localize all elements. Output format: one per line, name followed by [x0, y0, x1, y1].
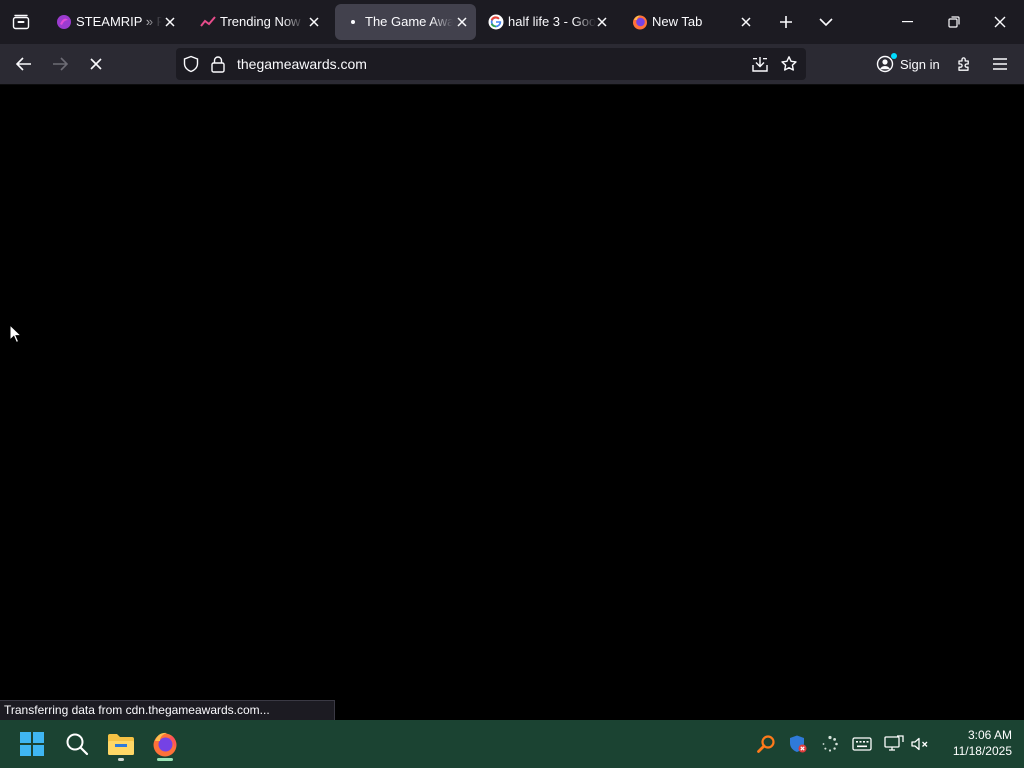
keyboard-icon[interactable]	[850, 732, 874, 756]
close-icon[interactable]	[162, 14, 178, 30]
install-app-button[interactable]	[748, 52, 772, 76]
tab-trending[interactable]: Trending Now - X	[190, 4, 328, 40]
chevron-down-icon	[819, 18, 833, 27]
system-clock[interactable]: 3:06 AM 11/18/2025	[936, 727, 1012, 759]
list-all-tabs-button[interactable]	[814, 10, 838, 34]
mouse-cursor-icon	[9, 323, 23, 349]
sign-in-button[interactable]: Sign in	[870, 50, 943, 78]
plus-icon	[780, 16, 792, 28]
volume-muted-icon[interactable]	[908, 732, 932, 756]
hamburger-menu-icon	[993, 58, 1007, 70]
tab-title: half life 3 - Google	[508, 14, 596, 29]
page-content[interactable]	[0, 85, 1024, 720]
start-button[interactable]	[12, 724, 52, 764]
tab-the-game-awards[interactable]: The Game Awards	[335, 4, 476, 40]
tab-google-search[interactable]: half life 3 - Google	[478, 4, 616, 40]
new-tab-button[interactable]	[774, 10, 798, 34]
firefox-view-button[interactable]	[8, 10, 34, 34]
tab-title: The Game Awards	[365, 14, 453, 29]
close-icon[interactable]	[454, 14, 470, 30]
folder-icon	[108, 734, 134, 755]
navigation-toolbar: thegameawards.com Sign in	[0, 44, 1024, 85]
minimize-button[interactable]	[890, 6, 926, 38]
file-explorer-button[interactable]	[101, 724, 141, 764]
steamrip-icon	[56, 14, 72, 30]
tab-title: New Tab	[652, 14, 703, 29]
loading-spinner-icon[interactable]	[818, 732, 842, 756]
tray-search-app-icon[interactable]	[754, 732, 778, 756]
stop-button[interactable]	[81, 50, 111, 78]
sign-in-label: Sign in	[900, 56, 940, 72]
network-monitor-icon[interactable]	[882, 732, 906, 756]
status-panel: Transferring data from cdn.thegameawards…	[0, 700, 335, 720]
forward-button[interactable]	[45, 50, 75, 78]
google-icon	[488, 14, 504, 30]
download-tray-icon	[752, 57, 768, 72]
star-icon	[781, 56, 797, 71]
back-button[interactable]	[9, 50, 39, 78]
url-text[interactable]: thegameawards.com	[237, 56, 367, 72]
bookmark-star-button[interactable]	[777, 52, 801, 76]
close-window-button[interactable]	[982, 6, 1018, 38]
lock-icon[interactable]	[210, 55, 226, 78]
search-icon	[66, 733, 89, 756]
tab-title: Trending Now - X	[220, 14, 304, 29]
arrow-right-icon	[53, 57, 68, 71]
close-icon[interactable]	[594, 14, 610, 30]
running-indicator	[118, 758, 124, 761]
search-button[interactable]	[57, 724, 97, 764]
address-bar[interactable]: thegameawards.com	[176, 48, 806, 80]
loading-dot-icon	[345, 14, 361, 30]
arrow-left-icon	[16, 57, 31, 71]
close-icon[interactable]	[738, 14, 754, 30]
minimize-icon	[902, 21, 913, 23]
extensions-button[interactable]	[949, 50, 979, 78]
puzzle-piece-icon	[958, 57, 969, 71]
tracking-protection-shield-icon[interactable]	[182, 55, 200, 78]
firefox-view-icon	[12, 14, 30, 30]
firefox-icon	[153, 732, 177, 757]
tab-steamrip[interactable]: STEAMRIP » Free	[46, 4, 184, 40]
security-shield-icon[interactable]	[786, 732, 810, 756]
notification-dot	[891, 53, 897, 59]
tab-strip: STEAMRIP » Free Trending Now - X The Gam…	[0, 0, 1024, 44]
clock-time: 3:06 AM	[967, 728, 1012, 742]
restore-button[interactable]	[936, 6, 972, 38]
clock-date: 11/18/2025	[952, 744, 1012, 758]
trending-icon	[200, 14, 216, 30]
firefox-icon	[632, 14, 648, 30]
app-menu-button[interactable]	[985, 50, 1015, 78]
restore-icon	[948, 16, 960, 28]
close-icon	[994, 16, 1006, 28]
tab-new-tab[interactable]: New Tab	[622, 4, 760, 40]
windows-taskbar: 3:06 AM 11/18/2025	[0, 720, 1024, 768]
close-icon[interactable]	[306, 14, 322, 30]
stop-icon	[90, 58, 102, 70]
windows-logo-icon	[20, 732, 44, 756]
tab-title: STEAMRIP » Free	[76, 14, 162, 29]
firefox-taskbar-button[interactable]	[145, 724, 185, 764]
active-indicator	[157, 758, 173, 761]
